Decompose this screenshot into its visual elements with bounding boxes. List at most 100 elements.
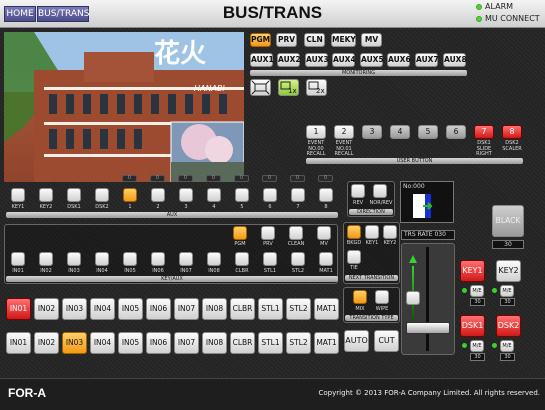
keyaux-in07-button[interactable] (179, 252, 193, 266)
pst-in05-button[interactable]: IN05 (118, 332, 143, 354)
monitor-aux6-button[interactable]: AUX6 (387, 53, 411, 67)
bus-trans-tab[interactable]: BUS/TRANS (37, 6, 90, 22)
key1-next-button[interactable] (365, 225, 379, 239)
pgm-in05-button[interactable]: IN05 (118, 298, 143, 320)
zoom-1x-button[interactable]: 1x (278, 79, 299, 96)
keyaux-pgm-button[interactable] (233, 226, 247, 240)
pst-in03-button[interactable]: IN03 (62, 332, 87, 354)
pst-in08-button[interactable]: IN08 (202, 332, 227, 354)
aux-7-button[interactable] (291, 188, 305, 202)
pgm-in06-button[interactable]: IN06 (146, 298, 171, 320)
aux-key1-button[interactable] (11, 188, 25, 202)
dsk2-button[interactable]: DSK2 (496, 315, 521, 337)
aux-5-button[interactable] (235, 188, 249, 202)
keyaux-stl1-button[interactable] (263, 252, 277, 266)
pgm-clbr-button[interactable]: CLBR (230, 298, 255, 320)
pgm-in04-button[interactable]: IN04 (90, 298, 115, 320)
monitor-aux1-button[interactable]: AUX1 (250, 53, 274, 67)
monitor-aux5-button[interactable]: AUX5 (360, 53, 384, 67)
monitor-cln-button[interactable]: CLN (304, 33, 325, 47)
aux-3-button[interactable] (179, 188, 193, 202)
user-button-2[interactable]: 2 (334, 125, 354, 139)
keyaux-clbr-button[interactable] (235, 252, 249, 266)
pgm-mat1-button[interactable]: MAT1 (314, 298, 339, 320)
dsk1-me-button[interactable]: M/E (470, 340, 484, 352)
keyaux-mv-button[interactable] (317, 226, 331, 240)
monitor-aux7-button[interactable]: AUX7 (415, 53, 439, 67)
key2-rate-field[interactable]: 30 (500, 298, 515, 306)
aux-dsk1-button[interactable] (67, 188, 81, 202)
pgm-in03-button[interactable]: IN03 (62, 298, 87, 320)
aux-dsk2-button[interactable] (95, 188, 109, 202)
aux-6-button[interactable] (263, 188, 277, 202)
nor-rev-button[interactable] (373, 184, 387, 198)
pgm-in01-button[interactable]: IN01 (6, 298, 31, 320)
user-button-8[interactable]: 8 (502, 125, 522, 139)
dsk1-rate-field[interactable]: 30 (470, 353, 485, 361)
pst-in02-button[interactable]: IN02 (34, 332, 59, 354)
rev-button[interactable] (351, 184, 365, 198)
monitor-aux3-button[interactable]: AUX3 (305, 53, 329, 67)
monitor-aux2-button[interactable]: AUX2 (277, 53, 301, 67)
user-button-1[interactable]: 1 (306, 125, 326, 139)
pst-mat1-button[interactable]: MAT1 (314, 332, 339, 354)
keyaux-stl2-button[interactable] (291, 252, 305, 266)
pgm-stl2-button[interactable]: STL2 (286, 298, 311, 320)
keyaux-in08-button[interactable] (207, 252, 221, 266)
key2-button[interactable]: KEY2 (496, 260, 521, 282)
auto-button[interactable]: AUTO (344, 330, 369, 352)
black-button[interactable]: BLACK (492, 205, 524, 237)
user-button-3[interactable]: 3 (362, 125, 382, 139)
trs-rate-field[interactable]: TRS RATE 030 (401, 230, 455, 240)
fader-position-button[interactable] (406, 291, 420, 305)
keyaux-mat1-button[interactable] (319, 252, 333, 266)
user-button-5[interactable]: 5 (418, 125, 438, 139)
pst-stl2-button[interactable]: STL2 (286, 332, 311, 354)
user-button-7[interactable]: 7 (474, 125, 494, 139)
user-button-6[interactable]: 6 (446, 125, 466, 139)
fader-handle[interactable] (406, 322, 450, 334)
pst-in01-button[interactable]: IN01 (6, 332, 31, 354)
monitor-aux8-button[interactable]: AUX8 (443, 53, 467, 67)
keyaux-in01-button[interactable] (11, 252, 25, 266)
aux-key2-button[interactable] (39, 188, 53, 202)
cut-button[interactable]: CUT (374, 330, 399, 352)
key1-button[interactable]: KEY1 (460, 260, 485, 282)
monitor-pgm-button[interactable]: PGM (250, 33, 271, 47)
user-button-4[interactable]: 4 (390, 125, 410, 139)
wipe-button[interactable] (375, 290, 389, 304)
tie-button[interactable] (347, 250, 361, 264)
monitor-mv-button[interactable]: MV (361, 33, 382, 47)
aux-4-button[interactable] (207, 188, 221, 202)
aux-1-button[interactable] (123, 188, 137, 202)
pst-in04-button[interactable]: IN04 (90, 332, 115, 354)
pst-stl1-button[interactable]: STL1 (258, 332, 283, 354)
key2-me-button[interactable]: M/E (500, 285, 514, 297)
monitor-meky-button[interactable]: MEKY (331, 33, 356, 47)
keyaux-clean-button[interactable] (289, 226, 303, 240)
monitor-prv-button[interactable]: PRV (276, 33, 297, 47)
pst-in06-button[interactable]: IN06 (146, 332, 171, 354)
mix-button[interactable] (353, 290, 367, 304)
home-button[interactable]: HOME (4, 6, 36, 22)
aux-2-button[interactable] (151, 188, 165, 202)
black-rate-field[interactable]: 30 (492, 240, 524, 249)
pgm-stl1-button[interactable]: STL1 (258, 298, 283, 320)
fit-screen-button[interactable] (250, 79, 271, 96)
keyaux-in04-button[interactable] (95, 252, 109, 266)
pgm-in07-button[interactable]: IN07 (174, 298, 199, 320)
aux-8-button[interactable] (319, 188, 333, 202)
pst-clbr-button[interactable]: CLBR (230, 332, 255, 354)
keyaux-in06-button[interactable] (151, 252, 165, 266)
zoom-2x-button[interactable]: 2x (306, 79, 327, 96)
keyaux-in02-button[interactable] (39, 252, 53, 266)
dsk2-me-button[interactable]: M/E (500, 340, 514, 352)
key1-rate-field[interactable]: 30 (470, 298, 485, 306)
keyaux-prv-button[interactable] (261, 226, 275, 240)
key1-me-button[interactable]: M/E (470, 285, 484, 297)
dsk2-rate-field[interactable]: 30 (500, 353, 515, 361)
keyaux-in03-button[interactable] (67, 252, 81, 266)
bkgd-button[interactable] (347, 225, 361, 239)
key2-next-button[interactable] (383, 225, 397, 239)
monitor-aux4-button[interactable]: AUX4 (332, 53, 356, 67)
